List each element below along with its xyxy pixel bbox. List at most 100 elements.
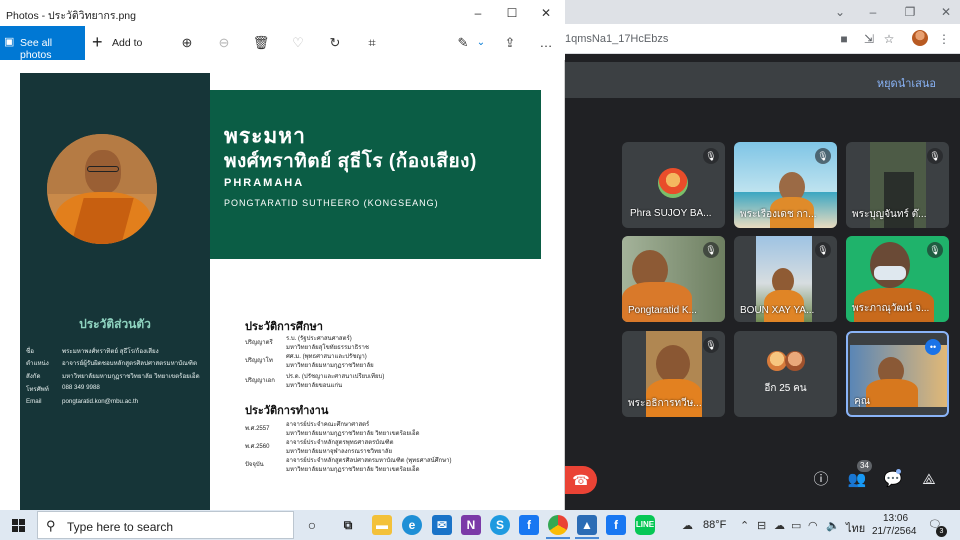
facebook-icon[interactable]: f [519, 515, 539, 535]
edge-icon[interactable]: e [402, 515, 422, 535]
more-participants-label: อีก 25 คน [764, 383, 807, 394]
work-heading: ประวัติการทำงาน [245, 405, 329, 417]
close-button[interactable]: ✕ [536, 4, 556, 22]
volume-icon[interactable]: 🔈 [826, 519, 840, 532]
chevron-down-icon[interactable]: ⌄ [472, 34, 490, 52]
participant-name: Phra SUJOY BA... [630, 208, 712, 219]
cv-image: ประวัติส่วนตัว ชื่อ พระมหาพงศ์ทราทิตย์ ส… [20, 73, 546, 510]
work-position: อาจารย์ประจำคณะศึกษาศาสตร์ [286, 422, 370, 428]
info-value: พระมหาพงศ์ทราทิตย์ สุธีโร/ก้องเสียง [62, 348, 159, 355]
more-options-icon[interactable]: … [537, 34, 555, 52]
onenote-icon[interactable]: N [461, 515, 481, 535]
participant-name: พระบุญจันทร์ ต๊... [852, 209, 927, 220]
participant-tile[interactable]: 🎙 พระอธิการทวีษ... [622, 331, 725, 417]
mic-muted-icon: 🎙 [815, 148, 831, 164]
chrome-close-button[interactable]: ✕ [937, 3, 955, 21]
name-title-english: PHRAMAHA [224, 177, 305, 189]
more-participants-tile[interactable]: อีก 25 คน [734, 331, 837, 417]
onedrive-icon[interactable]: ☁ [774, 519, 785, 532]
facebook-icon[interactable]: f [606, 515, 626, 535]
meeting-details-icon[interactable]: ⓘ [811, 470, 831, 490]
skype-icon[interactable]: S [490, 515, 510, 535]
name-banner: พระมหา พงศ์ทราทิตย์ สุธีโร (ก้องเสียง) P… [210, 90, 541, 259]
mail-icon[interactable]: ✉ [432, 515, 452, 535]
hang-up-button[interactable]: ☎ [565, 466, 597, 494]
input-language[interactable]: ไทย [846, 519, 865, 537]
education-degree: ศศ.ม. (พุทธศาสนาและปรัชญา) [286, 354, 367, 360]
camera-indicator-icon[interactable]: ■ [835, 30, 853, 48]
presenting-bar: หยุดนำเสนอ [565, 62, 960, 98]
info-label: ตำแหน่ง [26, 360, 49, 367]
participant-tile[interactable]: 🎙 พระภาณุวัฒน์ จ... [846, 236, 949, 322]
self-view-tile[interactable]: •• คุณ [846, 331, 949, 417]
minimize-button[interactable]: – [468, 4, 488, 22]
add-to-label: Add to [112, 37, 143, 49]
rotate-icon[interactable]: ↻ [326, 34, 344, 52]
zoom-out-icon[interactable]: ⊖ [215, 34, 233, 52]
chrome-tab-search-icon[interactable]: ⌄ [831, 3, 849, 21]
participant-video [656, 345, 690, 383]
network-icon[interactable]: ⊟ [757, 519, 766, 532]
chrome-menu-icon[interactable]: ⋮ [935, 30, 953, 48]
people-icon[interactable]: 👥 [847, 470, 867, 490]
info-label: Email [26, 398, 42, 405]
crop-icon[interactable]: ⌗ [363, 34, 381, 52]
zoom-in-icon[interactable]: ⊕ [178, 34, 196, 52]
info-label: โทรศัพท์ [26, 386, 49, 393]
participant-tile[interactable]: 🎙 Pongtaratid K... [622, 236, 725, 322]
temperature[interactable]: 88°F [703, 519, 726, 531]
line-icon[interactable]: LINE [635, 515, 655, 535]
work-year: พ.ศ.2560 [245, 444, 270, 450]
chevron-up-icon[interactable]: ⌃ [740, 519, 749, 532]
chrome-address-bar[interactable]: 1qmsNa1_17HcEbzs ■ ⇲ ☆ ⋮ [565, 24, 960, 54]
taskbar-search-input[interactable]: ⚲ Type here to search [37, 511, 294, 539]
chrome-restore-button[interactable]: ❐ [901, 3, 919, 21]
photos-app-icon[interactable]: ▲ [577, 515, 597, 535]
cast-icon[interactable]: ⇲ [860, 30, 878, 48]
chrome-tab-strip: ⌄ – ❐ ✕ [565, 0, 960, 24]
desktop-screen: ⌄ – ❐ ✕ 1qmsNa1_17HcEbzs ■ ⇲ ☆ ⋮ หยุดนำเ… [0, 0, 960, 540]
photos-titlebar: Photos - ประวัติวิทยากร.png – ☐ ✕ [0, 0, 565, 26]
maximize-button[interactable]: ☐ [502, 4, 522, 22]
participant-tile[interactable]: 🎙 พระบุญจันทร์ ต๊... [846, 142, 949, 228]
info-label: สังกัด [26, 373, 41, 380]
task-view-icon[interactable]: ⧉ [338, 515, 358, 535]
chrome-minimize-button[interactable]: – [864, 3, 882, 21]
participant-avatar [658, 168, 688, 198]
cortana-icon[interactable]: ○ [302, 515, 322, 535]
stop-presenting-button[interactable]: หยุดนำเสนอ [877, 74, 936, 92]
participant-name: พระภาณุวัฒน์ จ... [852, 303, 930, 314]
active-app-indicator [575, 537, 599, 539]
delete-icon[interactable]: 🗑 [252, 34, 270, 52]
bookmark-star-icon[interactable]: ☆ [880, 30, 898, 48]
file-explorer-icon[interactable]: ▬ [372, 515, 392, 535]
search-icon: ⚲ [46, 518, 56, 533]
work-organization: มหาวิทยาลัยมหามกุฏราชวิทยาลัย วิทยาเขตร้… [286, 467, 420, 473]
participant-name: BOUN XAY YA... [740, 305, 815, 316]
work-position: อาจารย์ประจำหลักสูตรพุทธศาสตรบัณฑิต [286, 440, 394, 446]
participant-tile[interactable]: 🎙 Phra SUJOY BA... [622, 142, 725, 228]
mic-muted-icon: 🎙 [703, 242, 719, 258]
clock-date[interactable]: 21/7/2564 [872, 526, 917, 537]
clock-time[interactable]: 13:06 [883, 513, 908, 524]
participant-tile[interactable]: 🎙 พระเรืองเดช กา... [734, 142, 837, 228]
wifi-icon[interactable]: ◠ [808, 519, 818, 532]
mic-muted-icon: 🎙 [703, 337, 719, 353]
work-year: ปัจจุบัน [245, 462, 264, 468]
speaking-indicator-icon: •• [925, 339, 941, 355]
chrome-profile-avatar[interactable] [912, 30, 928, 46]
favorite-icon[interactable]: ♡ [289, 34, 307, 52]
participant-tile[interactable]: 🎙 BOUN XAY YA... [734, 236, 837, 322]
weather-icon[interactable]: ☁ [682, 519, 693, 532]
window-title: Photos - ประวัติวิทยากร.png [6, 10, 136, 22]
windows-start-icon[interactable] [12, 519, 25, 532]
see-all-photos-button[interactable]: ▣ See all photos [0, 26, 85, 61]
share-icon[interactable]: ⇪ [501, 34, 519, 52]
edit-enhance-icon[interactable]: ✎ [454, 34, 472, 52]
battery-icon[interactable]: ▭ [791, 519, 801, 532]
education-heading: ประวัติการศึกษา [245, 321, 323, 333]
chrome-icon[interactable] [548, 515, 568, 535]
activities-icon[interactable]: ⟁ [919, 470, 939, 490]
cv-sidebar: ประวัติส่วนตัว ชื่อ พระมหาพงศ์ทราทิตย์ ส… [20, 73, 210, 510]
url-text: 1qmsNa1_17HcEbzs [565, 33, 669, 45]
